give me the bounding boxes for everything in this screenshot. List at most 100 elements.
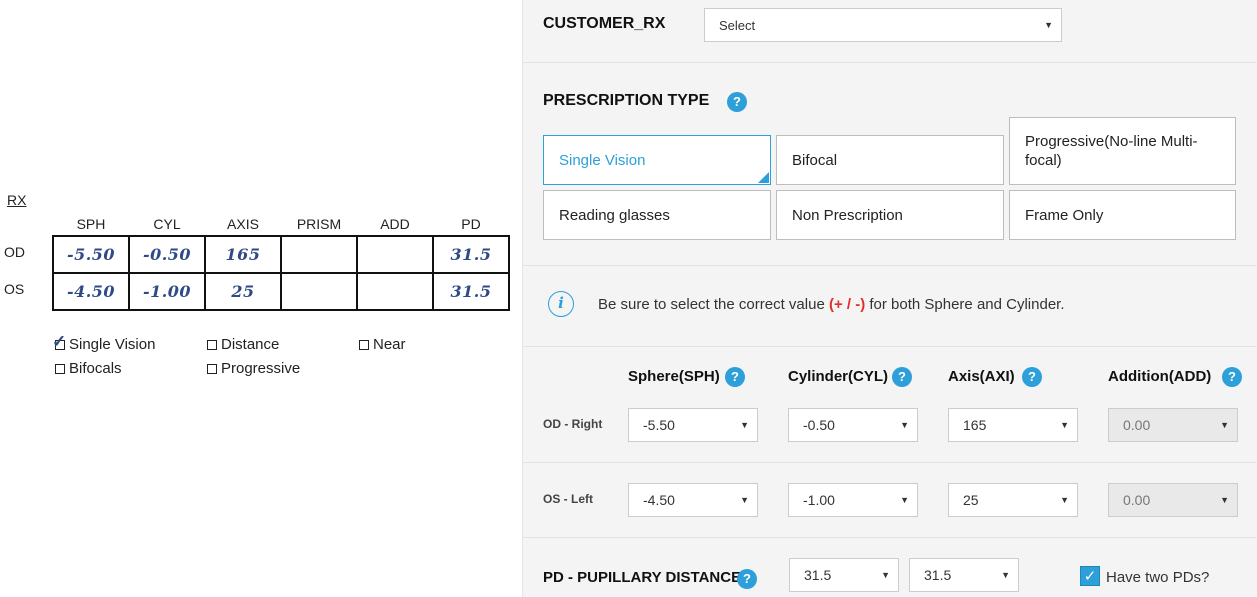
select-value: 165 bbox=[963, 417, 987, 433]
rx-check-progressive: Progressive bbox=[207, 360, 300, 377]
info-icon: i bbox=[548, 291, 574, 317]
rx-table: -5.50 -0.50 165 31.5 -4.50 -1.00 25 31.5 bbox=[52, 235, 510, 311]
have-two-pds-checkbox[interactable]: ✓ bbox=[1080, 566, 1100, 586]
rx-col-prism: PRISM bbox=[296, 216, 342, 232]
os-sphere-select[interactable]: -4.50 ▼ bbox=[628, 483, 758, 517]
ptype-label: Non Prescription bbox=[792, 206, 903, 224]
prescription-type-section: PRESCRIPTION TYPE ? Single Vision Bifoca… bbox=[523, 63, 1256, 266]
selected-corner-icon bbox=[758, 172, 769, 183]
dropdown-arrow-icon: ▼ bbox=[1220, 495, 1229, 505]
od-addition-select[interactable]: 0.00 ▼ bbox=[1108, 408, 1238, 442]
help-icon[interactable]: ? bbox=[737, 569, 757, 589]
rx-check-near: Near bbox=[359, 336, 406, 353]
select-value: 0.00 bbox=[1123, 492, 1151, 508]
sign-notice-section: i Be sure to select the correct value (+… bbox=[523, 266, 1256, 347]
rx-cell bbox=[356, 272, 434, 311]
dropdown-arrow-icon: ▼ bbox=[740, 420, 749, 430]
rx-col-add: ADD bbox=[380, 216, 410, 232]
rx-check-label: Single Vision bbox=[69, 336, 156, 353]
help-icon[interactable]: ? bbox=[1022, 367, 1042, 387]
rx-form-title: RX bbox=[7, 192, 27, 208]
os-addition-select[interactable]: 0.00 ▼ bbox=[1108, 483, 1238, 517]
select-value: -1.00 bbox=[803, 492, 835, 508]
od-cylinder-select[interactable]: -0.50 ▼ bbox=[788, 408, 918, 442]
pd-left-select[interactable]: 31.5 ▼ bbox=[909, 558, 1019, 592]
od-right-label: OD - Right bbox=[543, 417, 603, 431]
checkbox-icon bbox=[207, 363, 217, 374]
select-value: -5.50 bbox=[643, 417, 675, 433]
ptype-non-prescription[interactable]: Non Prescription bbox=[776, 190, 1004, 240]
os-cylinder-select[interactable]: -1.00 ▼ bbox=[788, 483, 918, 517]
rx-col-cyl: CYL bbox=[153, 216, 181, 232]
rx-col-axis: AXIS bbox=[227, 216, 259, 232]
rx-cell: 31.5 bbox=[432, 235, 510, 274]
dropdown-arrow-icon: ▼ bbox=[1001, 570, 1010, 580]
help-icon[interactable]: ? bbox=[892, 367, 912, 387]
customer-rx-section: CUSTOMER_RX Select ▼ bbox=[523, 0, 1256, 63]
ptype-single-vision[interactable]: Single Vision bbox=[543, 135, 771, 185]
ptype-reading-glasses[interactable]: Reading glasses bbox=[543, 190, 771, 240]
rx-form-image: RX SPH CYL AXIS PRISM ADD PD OD OS -5.50… bbox=[0, 0, 522, 597]
ptype-label: Progressive(No-line Multi-focal) bbox=[1025, 133, 1198, 169]
rx-col-pd: PD bbox=[461, 216, 481, 232]
rx-check-label: Bifocals bbox=[69, 360, 122, 377]
ptype-label: Reading glasses bbox=[559, 206, 670, 224]
rx-row-os: -4.50 -1.00 25 31.5 bbox=[52, 272, 510, 311]
rx-cell: 165 bbox=[204, 235, 282, 274]
customer-rx-label: CUSTOMER_RX bbox=[543, 15, 666, 32]
notice-text-before: Be sure to select the correct value bbox=[598, 296, 829, 313]
select-value: 25 bbox=[963, 492, 979, 508]
select-value: -4.50 bbox=[643, 492, 675, 508]
dropdown-arrow-icon: ▼ bbox=[900, 420, 909, 430]
rx-cell: 25 bbox=[204, 272, 282, 311]
select-value: -0.50 bbox=[803, 417, 835, 433]
rx-cell bbox=[356, 235, 434, 274]
rx-check-label: Near bbox=[373, 336, 406, 353]
dropdown-arrow-icon: ▼ bbox=[900, 495, 909, 505]
header-cylinder: Cylinder(CYL) bbox=[788, 368, 889, 385]
dropdown-arrow-icon: ▼ bbox=[1060, 495, 1069, 505]
notice-highlight: (+ / -) bbox=[828, 296, 866, 313]
ptype-label: Single Vision bbox=[559, 151, 646, 169]
rx-cell: -5.50 bbox=[52, 235, 130, 274]
header-addition: Addition(ADD) bbox=[1108, 368, 1212, 385]
od-axis-select[interactable]: 165 ▼ bbox=[948, 408, 1078, 442]
ptype-bifocal[interactable]: Bifocal bbox=[776, 135, 1004, 185]
customer-rx-select-value: Select bbox=[719, 17, 756, 33]
header-sphere: Sphere(SPH) bbox=[628, 368, 720, 385]
os-axis-select[interactable]: 25 ▼ bbox=[948, 483, 1078, 517]
prescription-type-label: PRESCRIPTION TYPE bbox=[543, 92, 710, 109]
sign-notice-text: Be sure to select the correct value (+ /… bbox=[598, 296, 1065, 313]
ptype-frame-only[interactable]: Frame Only bbox=[1009, 190, 1236, 240]
ptype-label: Frame Only bbox=[1025, 206, 1104, 224]
customer-rx-select[interactable]: Select ▼ bbox=[704, 8, 1062, 42]
lens-options-panel: CUSTOMER_RX Select ▼ PRESCRIPTION TYPE ?… bbox=[522, 0, 1257, 597]
notice-text-after: for both Sphere and Cylinder. bbox=[865, 296, 1065, 313]
rx-check-label: Distance bbox=[221, 336, 280, 353]
dropdown-arrow-icon: ▼ bbox=[1060, 420, 1069, 430]
rx-cell bbox=[280, 235, 358, 274]
help-icon[interactable]: ? bbox=[727, 92, 747, 112]
rx-check-distance: Distance bbox=[207, 336, 279, 353]
rx-row-od: -5.50 -0.50 165 31.5 bbox=[52, 235, 510, 274]
checkbox-icon bbox=[359, 339, 369, 350]
select-value: 31.5 bbox=[924, 567, 952, 583]
rx-row-od-label: OD bbox=[4, 244, 25, 260]
rx-cell: -1.00 bbox=[128, 272, 206, 311]
ptype-label: Bifocal bbox=[792, 151, 838, 169]
help-icon[interactable]: ? bbox=[725, 367, 745, 387]
header-axis: Axis(AXI) bbox=[948, 368, 1015, 385]
dropdown-arrow-icon: ▼ bbox=[881, 570, 890, 580]
rx-check-label: Progressive bbox=[221, 360, 301, 377]
dropdown-arrow-icon: ▼ bbox=[740, 495, 749, 505]
checkbox-icon bbox=[55, 363, 65, 374]
rx-fields-os-section: OS - Left -4.50 ▼ -1.00 ▼ 25 ▼ 0.00 ▼ bbox=[523, 463, 1256, 538]
dropdown-arrow-icon: ▼ bbox=[1044, 20, 1053, 30]
help-icon[interactable]: ? bbox=[1222, 367, 1242, 387]
od-sphere-select[interactable]: -5.50 ▼ bbox=[628, 408, 758, 442]
checkbox-icon bbox=[207, 339, 217, 350]
ptype-progressive[interactable]: Progressive(No-line Multi-focal) bbox=[1009, 117, 1236, 185]
pd-right-select[interactable]: 31.5 ▼ bbox=[789, 558, 899, 592]
have-two-pds-label[interactable]: Have two PDs? bbox=[1106, 569, 1209, 586]
rx-cell: 31.5 bbox=[432, 272, 510, 311]
